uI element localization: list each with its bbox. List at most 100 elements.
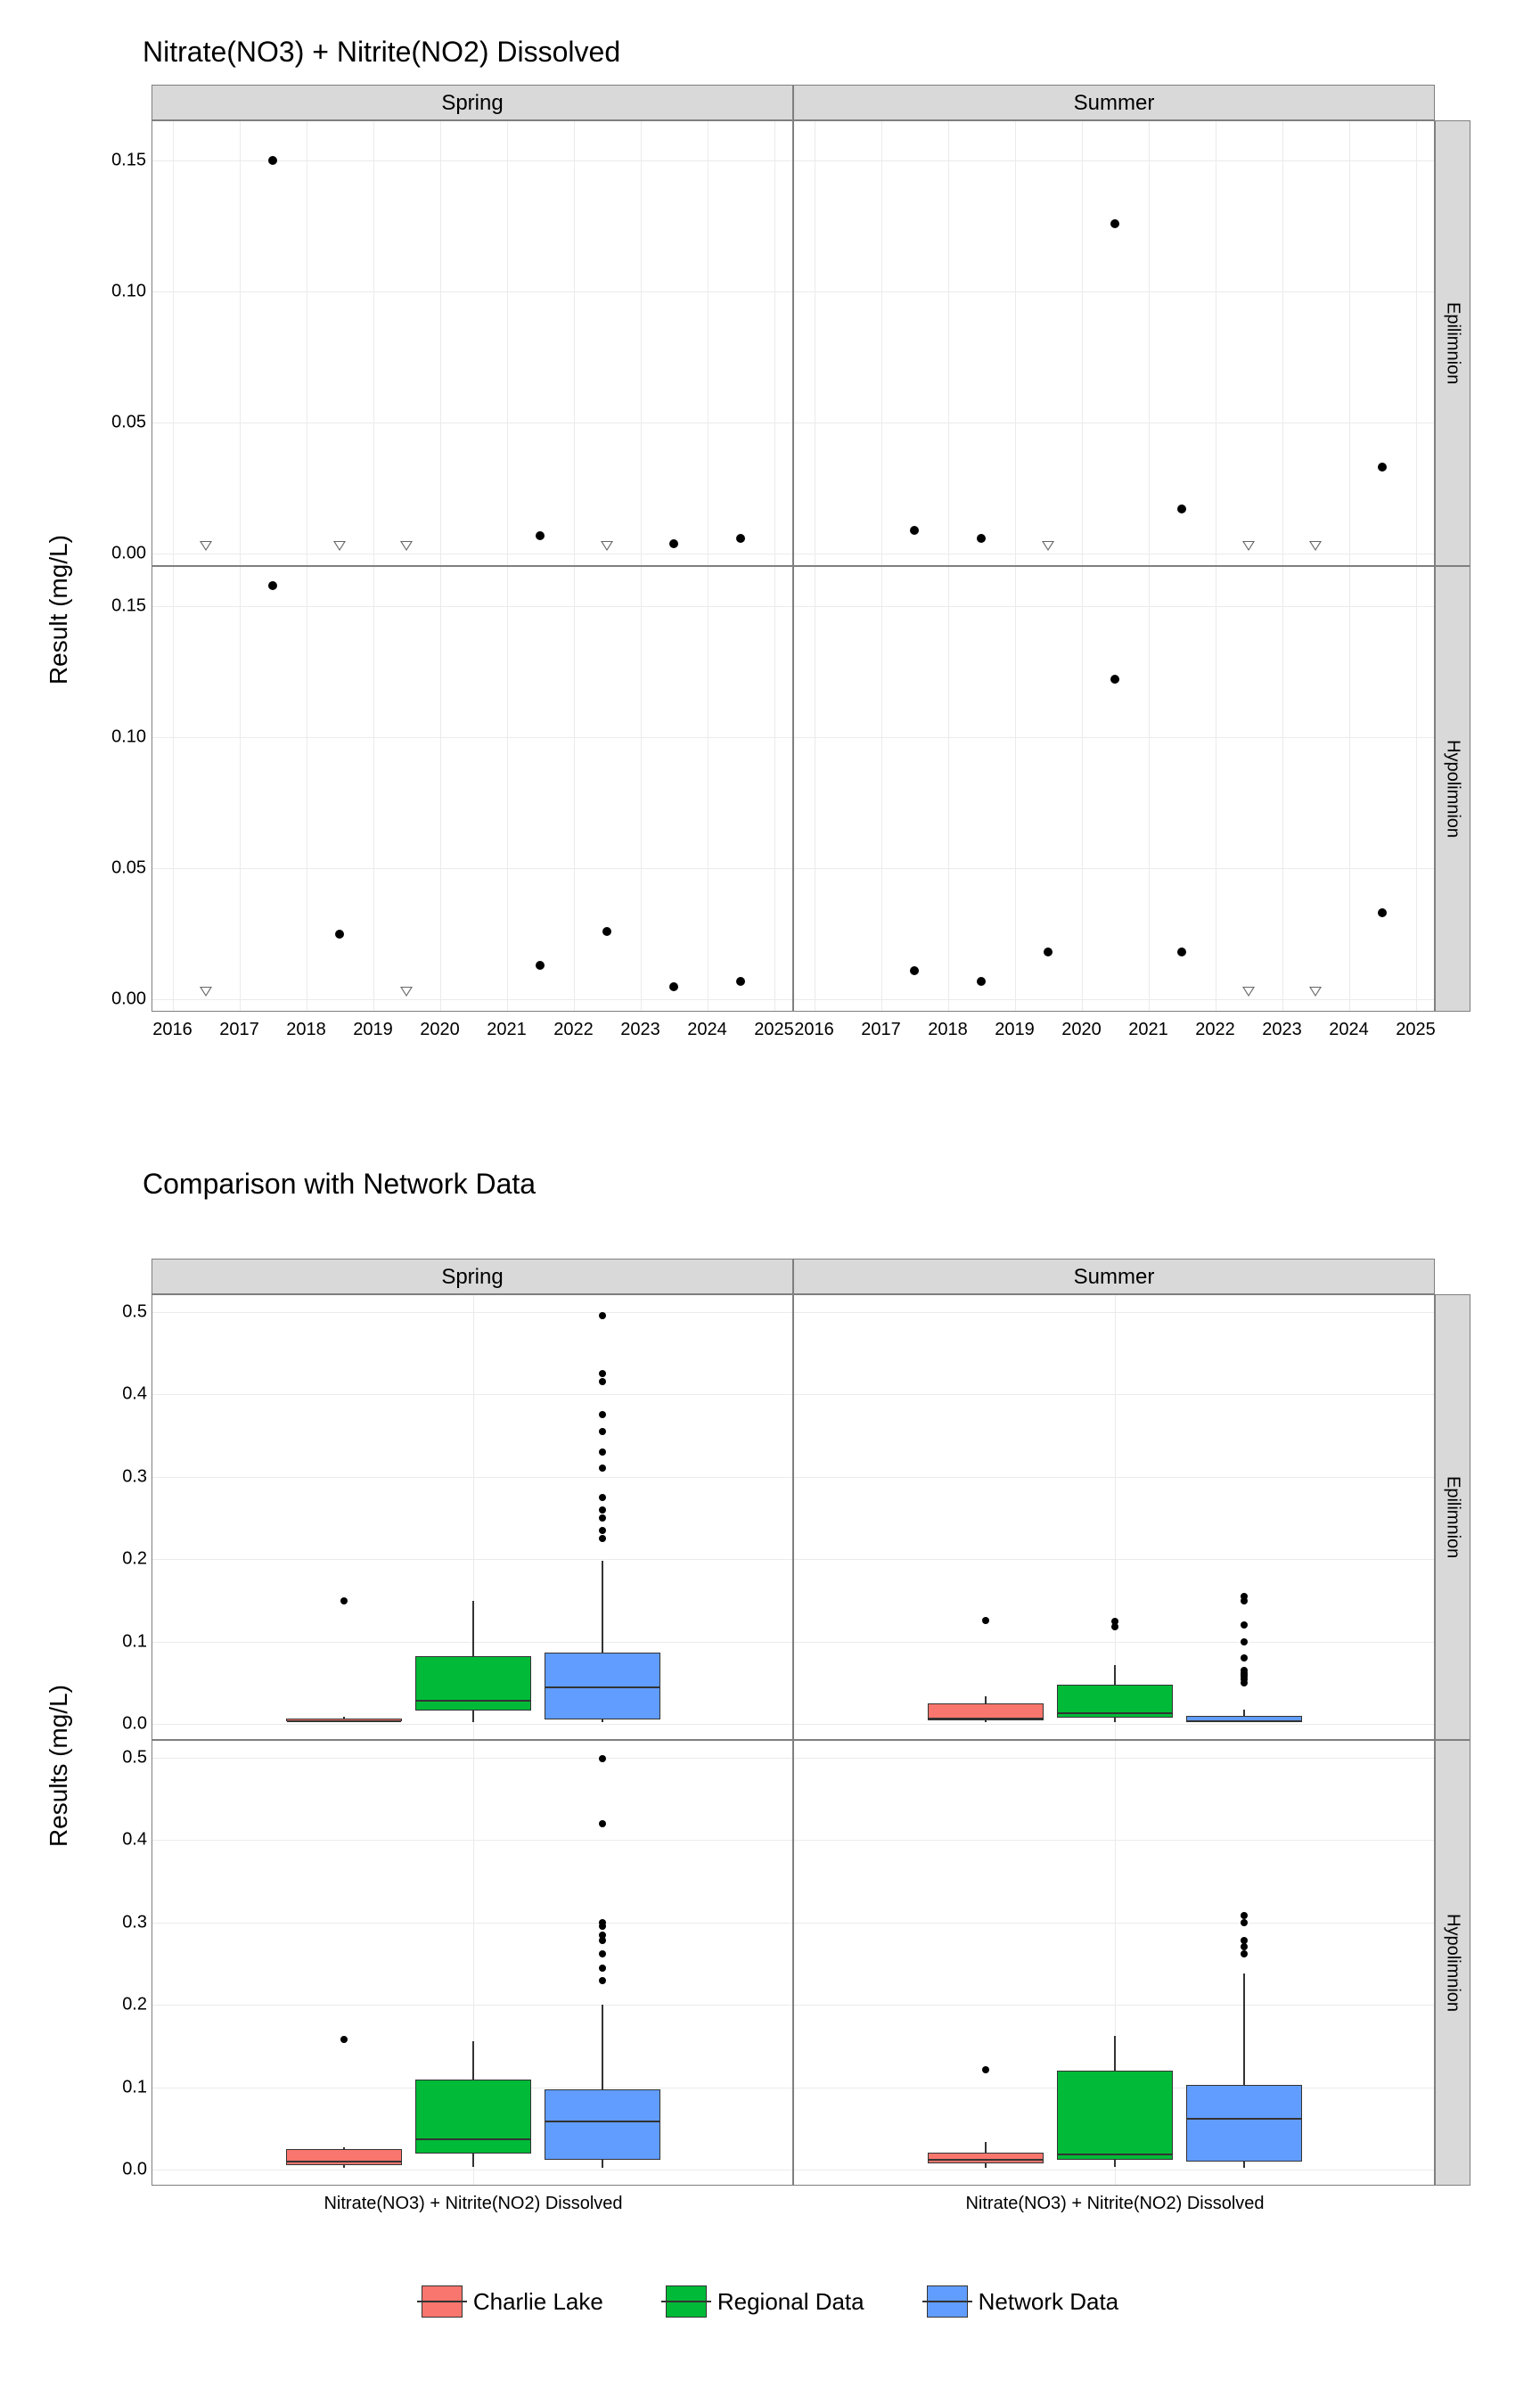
y-tick-label: 0.10 bbox=[97, 282, 146, 302]
box-network-data bbox=[545, 1653, 660, 1719]
outlier-point bbox=[599, 1535, 606, 1542]
spacer bbox=[1435, 85, 1470, 120]
bpanel-summer-hyp: Nitrate(NO3) + Nitrite(NO2) Dissolved bbox=[793, 1740, 1435, 2186]
y-tick-label: 0.0 bbox=[104, 2160, 147, 2180]
outlier-point bbox=[1241, 1937, 1248, 1944]
x-tick-label: 2016 bbox=[794, 1020, 834, 1040]
outlier-point bbox=[1241, 1654, 1248, 1662]
box-network-data bbox=[1186, 1716, 1302, 1721]
y-tick-label: 0.4 bbox=[104, 1830, 147, 1850]
x-tick-label: 2021 bbox=[487, 1020, 527, 1040]
data-point bbox=[1110, 675, 1119, 684]
y-tick-label: 0.3 bbox=[104, 1466, 147, 1487]
legend-key-regional bbox=[666, 2285, 707, 2318]
box-charlie-lake bbox=[286, 2149, 402, 2165]
below-dl-point bbox=[400, 987, 413, 997]
facet-row-epi2: Epilimnion bbox=[1435, 1294, 1470, 1740]
legend-key-charlie bbox=[422, 2285, 463, 2318]
outlier-point bbox=[599, 1514, 606, 1522]
box-charlie-lake bbox=[286, 1719, 402, 1721]
outlier-point bbox=[1241, 1943, 1248, 1950]
x-category-label: Nitrate(NO3) + Nitrite(NO2) Dissolved bbox=[965, 2194, 1264, 2214]
facet-col-spring2: Spring bbox=[152, 1259, 793, 1294]
boxplot-facet-grid: Spring Summer 0.00.10.20.30.40.5 Epilimn… bbox=[152, 1259, 1488, 2186]
x-tick-label: 2019 bbox=[353, 1020, 393, 1040]
data-point bbox=[335, 930, 344, 939]
legend-item-regional: Regional Data bbox=[666, 2285, 864, 2318]
outlier-point bbox=[599, 1411, 606, 1418]
x-category-label: Nitrate(NO3) + Nitrite(NO2) Dissolved bbox=[324, 2194, 622, 2214]
chart1-ylabel: Result (mg/L) bbox=[45, 535, 73, 685]
box-network-data bbox=[545, 2089, 660, 2161]
x-tick-label: 2024 bbox=[1329, 1020, 1369, 1040]
legend: Charlie Lake Regional Data Network Data bbox=[36, 2285, 1504, 2318]
data-point bbox=[1378, 463, 1387, 472]
below-dl-point bbox=[400, 541, 413, 551]
y-tick-label: 0.00 bbox=[97, 989, 146, 1010]
y-tick-label: 0.1 bbox=[104, 1631, 147, 1652]
facet-row-hyp: Hypolimnion bbox=[1435, 566, 1470, 1012]
y-tick-label: 0.4 bbox=[104, 1384, 147, 1405]
chart1-title: Nitrate(NO3) + Nitrite(NO2) Dissolved bbox=[143, 36, 1504, 69]
facet-col-summer2: Summer bbox=[793, 1259, 1435, 1294]
legend-label-charlie: Charlie Lake bbox=[473, 2288, 603, 2316]
data-point bbox=[268, 156, 277, 165]
outlier-point bbox=[599, 1950, 606, 1957]
y-tick-label: 0.5 bbox=[104, 1747, 147, 1768]
outlier-point bbox=[340, 1597, 348, 1604]
x-tick-label: 2018 bbox=[286, 1020, 326, 1040]
outlier-point bbox=[599, 1494, 606, 1501]
below-dl-point bbox=[601, 541, 613, 551]
outlier-point bbox=[1241, 1919, 1248, 1926]
data-point bbox=[910, 526, 919, 535]
outlier-point bbox=[599, 1932, 606, 1939]
page: Nitrate(NO3) + Nitrite(NO2) Dissolved Re… bbox=[0, 0, 1540, 2396]
data-point bbox=[268, 581, 277, 590]
scatter-chart-block: Nitrate(NO3) + Nitrite(NO2) Dissolved Re… bbox=[36, 36, 1504, 1105]
y-tick-label: 0.00 bbox=[97, 544, 146, 564]
legend-item-network: Network Data bbox=[927, 2285, 1119, 2318]
data-point bbox=[977, 977, 986, 986]
x-tick-label: 2023 bbox=[620, 1020, 660, 1040]
x-tick-label: 2024 bbox=[687, 1020, 727, 1040]
outlier-point bbox=[982, 1617, 989, 1624]
data-point bbox=[736, 534, 745, 543]
outlier-point bbox=[340, 2036, 348, 2043]
outlier-point bbox=[1111, 1618, 1118, 1625]
outlier-point bbox=[1241, 1638, 1248, 1645]
panel-spring-hyp: 0.000.050.100.15201620172018201920202021… bbox=[152, 566, 793, 1012]
y-tick-label: 0.3 bbox=[104, 1912, 147, 1932]
boxplot-chart-block: Comparison with Network Data Results (mg… bbox=[36, 1168, 1504, 2291]
y-tick-label: 0.15 bbox=[97, 596, 146, 617]
facet-col-spring: Spring bbox=[152, 85, 793, 120]
below-dl-point bbox=[1242, 541, 1255, 551]
y-tick-label: 0.1 bbox=[104, 2077, 147, 2097]
data-point bbox=[602, 927, 611, 936]
chart2-title: Comparison with Network Data bbox=[143, 1168, 1504, 1201]
data-point bbox=[736, 977, 745, 986]
outlier-point bbox=[1241, 1593, 1248, 1600]
data-point bbox=[1110, 219, 1119, 228]
below-dl-point bbox=[1242, 987, 1255, 997]
data-point bbox=[669, 982, 678, 991]
y-tick-label: 0.10 bbox=[97, 727, 146, 748]
facet-col-summer: Summer bbox=[793, 85, 1435, 120]
data-point bbox=[1378, 908, 1387, 917]
outlier-point bbox=[1241, 1950, 1248, 1957]
box-regional-data bbox=[415, 2080, 531, 2154]
below-dl-point bbox=[200, 987, 212, 997]
outlier-point bbox=[599, 1370, 606, 1377]
x-tick-label: 2017 bbox=[219, 1020, 259, 1040]
outlier-point bbox=[599, 1527, 606, 1534]
x-tick-label: 2022 bbox=[553, 1020, 594, 1040]
outlier-point bbox=[599, 1378, 606, 1385]
y-tick-label: 0.0 bbox=[104, 1714, 147, 1735]
y-tick-label: 0.05 bbox=[97, 858, 146, 879]
below-dl-point bbox=[1309, 541, 1322, 551]
legend-item-charlie: Charlie Lake bbox=[422, 2285, 603, 2318]
x-tick-label: 2017 bbox=[861, 1020, 901, 1040]
x-tick-label: 2020 bbox=[420, 1020, 460, 1040]
outlier-point bbox=[599, 1312, 606, 1319]
outlier-point bbox=[599, 1428, 606, 1435]
data-point bbox=[1044, 948, 1053, 956]
